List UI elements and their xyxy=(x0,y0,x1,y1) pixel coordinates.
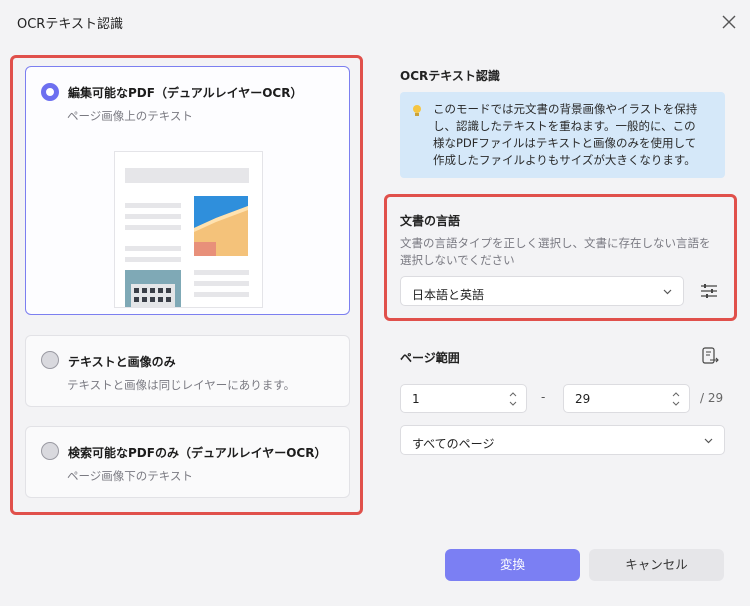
mode-title: 検索可能なPDFのみ（デュアルレイヤーOCR） xyxy=(68,446,327,460)
language-label: 文書の言語 xyxy=(400,214,461,228)
close-icon[interactable] xyxy=(719,12,739,32)
mode-subtitle: テキストと画像は同じレイヤーにあります。 xyxy=(67,378,296,392)
radio-selected[interactable] xyxy=(41,83,59,101)
ocr-dialog: OCRテキスト認識 編集可能なPDF（デュアルレイヤーOCR） ページ画像上のテ… xyxy=(0,0,750,606)
building-image-icon xyxy=(194,196,248,256)
range-separator: - xyxy=(541,390,546,404)
mode-subtitle: ページ画像上のテキスト xyxy=(67,109,193,123)
stepper-arrows-icon[interactable] xyxy=(508,388,518,410)
tower-image-icon xyxy=(125,270,181,307)
mode-title: 編集可能なPDF（デュアルレイヤーOCR） xyxy=(68,86,303,100)
radio-unselected[interactable] xyxy=(41,351,59,369)
page-to-input[interactable]: 29 xyxy=(563,384,690,413)
chevron-down-icon xyxy=(704,438,713,444)
page-total: / 29 xyxy=(700,391,724,405)
page-from-input[interactable]: 1 xyxy=(400,384,527,413)
convert-button[interactable]: 変換 xyxy=(445,549,580,581)
page-preview-illustration xyxy=(115,152,262,307)
page-range-label: ページ範囲 xyxy=(400,351,460,365)
lightbulb-icon xyxy=(413,105,421,116)
mode-option-editable[interactable]: 編集可能なPDF（デュアルレイヤーOCR） ページ画像上のテキスト xyxy=(25,66,350,315)
mode-subtitle: ページ画像下のテキスト xyxy=(67,469,193,483)
cancel-button[interactable]: キャンセル xyxy=(589,549,724,581)
mode-option-searchable[interactable]: 検索可能なPDFのみ（デュアルレイヤーOCR） ページ画像下のテキスト xyxy=(25,426,350,498)
mode-title: テキストと画像のみ xyxy=(68,355,176,369)
mode-info-box: このモードでは元文書の背景画像やイラストを保持 し、認識したテキストを重ねます。… xyxy=(400,92,725,178)
mode-option-text-image[interactable]: テキストと画像のみ テキストと画像は同じレイヤーにあります。 xyxy=(25,335,350,407)
page-range-edit-icon[interactable] xyxy=(700,346,720,366)
dialog-title: OCRテキスト認識 xyxy=(17,17,123,32)
title-bar: OCRテキスト認識 xyxy=(0,0,750,42)
info-text: このモードでは元文書の背景画像やイラストを保持 し、認識したテキストを重ねます。… xyxy=(433,102,698,167)
page-range-select[interactable]: すべてのページ xyxy=(400,425,725,455)
language-description: 文書の言語タイプを正しく選択し、文書に存在しない言語を 選択しないでください xyxy=(400,236,711,267)
language-select[interactable]: 日本語と英語 xyxy=(400,276,684,306)
ocr-heading: OCRテキスト認識 xyxy=(400,69,500,83)
language-settings-icon[interactable] xyxy=(699,281,719,301)
radio-unselected[interactable] xyxy=(41,442,59,460)
chevron-down-icon xyxy=(663,289,672,295)
stepper-arrows-icon[interactable] xyxy=(671,388,681,410)
